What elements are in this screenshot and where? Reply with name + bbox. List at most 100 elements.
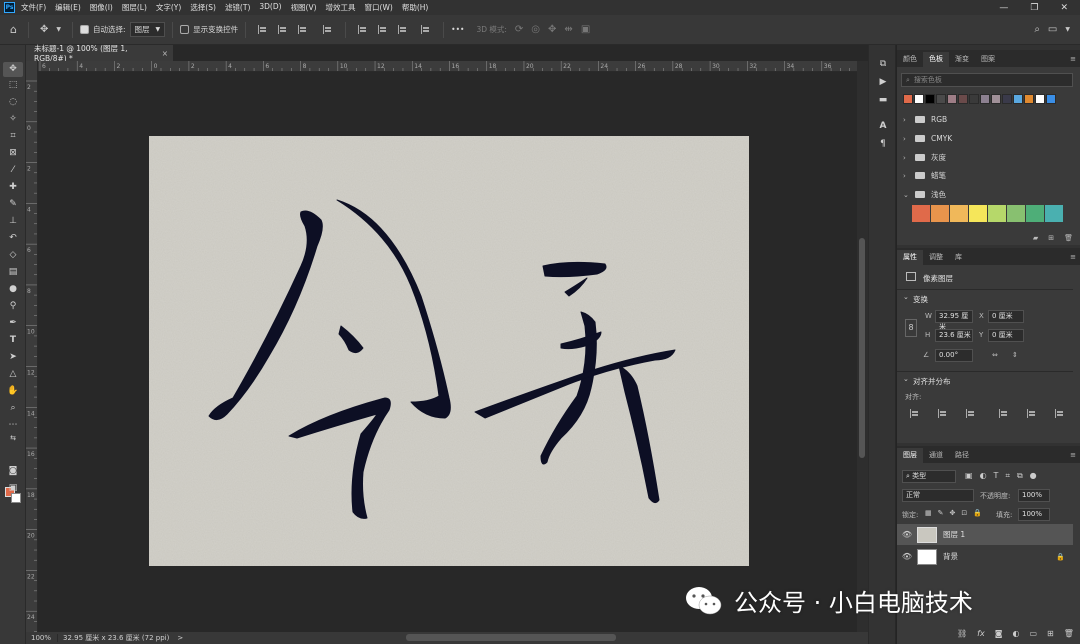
lock-artboard-icon[interactable]: ⊡: [961, 509, 967, 517]
lock-all-icon[interactable]: 🔒: [973, 509, 982, 517]
chevron-down-icon[interactable]: ⌄: [903, 375, 909, 383]
layer-style-icon[interactable]: fx: [977, 629, 985, 638]
align-top-icon[interactable]: [358, 25, 368, 34]
lock-pixels-icon[interactable]: ✎: [938, 509, 944, 517]
recent-swatch[interactable]: [991, 94, 1001, 104]
flip-vertical-icon[interactable]: ⇕: [1012, 351, 1018, 359]
align-bottom-icon[interactable]: [398, 25, 408, 34]
paragraph-panel-icon[interactable]: ¶: [873, 137, 893, 152]
lock-transparent-icon[interactable]: ▦: [925, 509, 932, 517]
menu-select[interactable]: 选择(S): [190, 2, 216, 13]
swatch-group-rgb[interactable]: › RGB: [903, 111, 947, 128]
chevron-down-icon[interactable]: ▼: [56, 26, 61, 33]
menu-view[interactable]: 视图(V): [291, 2, 317, 13]
lasso-tool-icon[interactable]: ◌: [3, 95, 23, 110]
menu-plugins[interactable]: 增效工具: [326, 2, 356, 13]
group-icon[interactable]: ▭: [1029, 629, 1037, 638]
menu-type[interactable]: 文字(Y): [156, 2, 181, 13]
vertical-scrollbar[interactable]: [857, 61, 868, 632]
adjustment-layer-icon[interactable]: ◐: [1012, 629, 1019, 638]
x-field[interactable]: 0 厘米: [988, 310, 1024, 323]
recent-swatch[interactable]: [1013, 94, 1023, 104]
light-swatch[interactable]: [1045, 205, 1063, 222]
scale-3d-icon[interactable]: ▣: [581, 24, 590, 35]
eyedropper-icon[interactable]: ⁄: [3, 163, 23, 178]
swatch-search-input[interactable]: ⌕ 搜索色板: [901, 73, 1073, 87]
orbit-3d-icon[interactable]: ⟳: [515, 24, 523, 35]
fill-field[interactable]: 100%: [1018, 508, 1050, 521]
chevron-down-icon[interactable]: ⌄: [903, 293, 909, 301]
show-transform-checkbox[interactable]: [180, 25, 190, 34]
history-panel-icon[interactable]: ⧉: [873, 57, 893, 72]
filter-toggle-icon[interactable]: ●: [1030, 471, 1037, 481]
light-swatch[interactable]: [969, 205, 987, 222]
light-swatch[interactable]: [912, 205, 930, 222]
pen-tool-icon[interactable]: ✒: [3, 316, 23, 331]
zoom-tool-icon[interactable]: ⌕: [3, 401, 23, 416]
filter-pixel-icon[interactable]: ▣: [965, 471, 973, 481]
tab-properties[interactable]: 属性: [897, 250, 923, 265]
tab-swatches[interactable]: 色板: [923, 52, 949, 67]
align-right-icon[interactable]: [298, 25, 308, 34]
recent-swatch[interactable]: [903, 94, 913, 104]
panel-menu-icon[interactable]: ≡: [1070, 250, 1076, 265]
eraser-tool-icon[interactable]: ◇: [3, 248, 23, 263]
path-select-icon[interactable]: ➤: [3, 350, 23, 365]
recent-swatch[interactable]: [914, 94, 924, 104]
chevron-right-icon[interactable]: >: [177, 634, 183, 642]
crop-tool-icon[interactable]: ⌗: [3, 129, 23, 144]
menu-3d[interactable]: 3D(D): [259, 2, 281, 13]
menu-file[interactable]: 文件(F): [21, 2, 46, 13]
align-center-icon[interactable]: [278, 25, 288, 34]
light-swatch[interactable]: [1026, 205, 1044, 222]
tab-color[interactable]: 颜色: [897, 52, 923, 67]
pan-3d-icon[interactable]: ✥: [548, 24, 556, 35]
new-layer-icon[interactable]: ⊞: [1047, 629, 1054, 638]
light-swatch[interactable]: [988, 205, 1006, 222]
align-center-icon[interactable]: [938, 409, 948, 418]
tab-adjustments[interactable]: 调整: [923, 250, 949, 265]
link-icon[interactable]: 8: [905, 319, 917, 337]
recent-swatch[interactable]: [936, 94, 946, 104]
shape-tool-icon[interactable]: △: [3, 367, 23, 382]
gradient-tool-icon[interactable]: ▤: [3, 265, 23, 280]
panel-menu-icon[interactable]: ≡: [1070, 448, 1076, 463]
roll-3d-icon[interactable]: ◎: [531, 24, 540, 35]
brush-tool-icon[interactable]: ✎: [3, 197, 23, 212]
blur-tool-icon[interactable]: ●: [3, 282, 23, 297]
slide-3d-icon[interactable]: ⇹: [564, 24, 572, 35]
align-middle-icon[interactable]: [1027, 409, 1037, 418]
recent-swatch[interactable]: [1024, 94, 1034, 104]
recent-swatch[interactable]: [1046, 94, 1056, 104]
recent-swatch[interactable]: [1035, 94, 1045, 104]
menu-filter[interactable]: 滤镜(T): [225, 2, 250, 13]
recent-swatch[interactable]: [980, 94, 990, 104]
menu-image[interactable]: 图像(I): [90, 2, 113, 13]
width-field[interactable]: 32.95 厘米: [935, 310, 973, 331]
healing-brush-icon[interactable]: ✚: [3, 180, 23, 195]
document-tab[interactable]: 未标题-1 @ 100% (图层 1, RGB/8#) * ×: [26, 44, 173, 63]
swatch-group-pastel[interactable]: › 蜡笔: [903, 167, 946, 184]
filter-smart-object-icon[interactable]: ⧉: [1017, 471, 1023, 481]
link-layers-icon[interactable]: ⛓: [957, 629, 967, 638]
recent-swatch[interactable]: [925, 94, 935, 104]
actions-play-icon[interactable]: ▶: [873, 75, 893, 90]
magic-wand-icon[interactable]: ✧: [3, 112, 23, 127]
move-tool-icon[interactable]: ✥: [3, 62, 23, 77]
minimize-icon[interactable]: —: [999, 3, 1008, 13]
align-left-icon[interactable]: [258, 25, 268, 34]
layer-mask-icon[interactable]: ◙: [995, 629, 1003, 638]
recent-swatch[interactable]: [1002, 94, 1012, 104]
distribute-vertical-icon[interactable]: [421, 25, 431, 34]
stamp-tool-icon[interactable]: ⊥: [3, 214, 23, 229]
swatch-group-grayscale[interactable]: › 灰度: [903, 149, 946, 166]
menu-edit[interactable]: 编辑(E): [55, 2, 81, 13]
comments-icon[interactable]: ▬: [873, 93, 893, 108]
visibility-eye-icon[interactable]: 👁: [897, 530, 917, 539]
move-tool-icon[interactable]: ✥: [40, 24, 48, 35]
menu-help[interactable]: 帮助(H): [402, 2, 429, 13]
auto-select-checkbox[interactable]: [80, 25, 89, 34]
tab-channels[interactable]: 通道: [923, 448, 949, 463]
character-panel-icon[interactable]: A: [873, 119, 893, 134]
zoom-level[interactable]: 100%: [26, 634, 58, 642]
